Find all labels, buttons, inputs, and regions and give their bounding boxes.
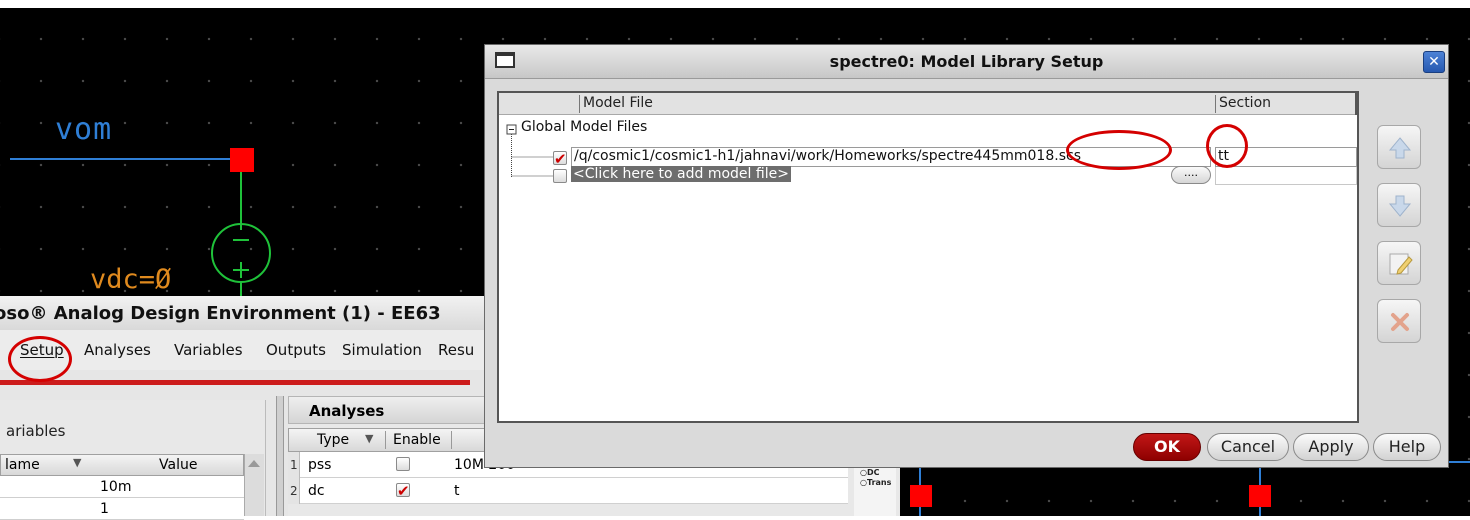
tree-root-label[interactable]: Global Model Files [521,119,647,135]
col-header-name[interactable]: lame [5,457,40,473]
scroll-up-icon[interactable] [248,460,260,467]
col-header-section[interactable]: Section [1219,95,1271,111]
menu-setup[interactable]: Setup [20,341,64,359]
section-field[interactable]: tt [1215,147,1357,167]
col-header-type[interactable]: Type [317,432,349,448]
model-enable-checkbox[interactable] [553,169,567,183]
menu-analyses[interactable]: Analyses [84,341,151,359]
chevron-down-icon[interactable]: ▼ [365,432,373,445]
pin-marker-right-2 [1249,485,1271,507]
col-header-value[interactable]: Value [159,457,197,473]
dialog-titlebar[interactable]: spectre0: Model Library Setup ✕ [485,45,1448,79]
radio-dc[interactable]: ○DC [860,468,880,477]
close-icon[interactable]: ✕ [1423,51,1445,73]
section-field-empty[interactable] [1215,167,1357,185]
table-row[interactable]: 1 [0,498,244,520]
tree-connectors [506,124,557,177]
col-header-enable[interactable]: Enable [393,432,441,448]
net-label-vom: vom [55,112,113,147]
move-down-button[interactable] [1377,183,1421,227]
menu-results[interactable]: Resu [438,341,474,359]
chevron-down-icon[interactable]: ▼ [73,456,81,469]
dialog-title: spectre0: Model Library Setup [829,52,1104,71]
enable-checkbox[interactable] [396,457,410,471]
delete-icon [1391,313,1409,331]
pin-marker-right-1 [910,485,932,507]
radio-trans[interactable]: ○Trans [860,478,891,487]
tree-node-expanded-icon[interactable] [505,123,517,135]
delete-button[interactable] [1377,299,1421,343]
model-file-path-field[interactable]: /q/cosmic1/cosmic1-h1/jahnavi/work/Homew… [571,147,1211,167]
model-file-tree: Model File Section Global Model Files ✔ … [497,91,1359,423]
menu-variables[interactable]: Variables [174,341,243,359]
variables-table-header: lame ▼ Value [0,454,244,476]
move-up-button[interactable] [1377,125,1421,169]
enable-checkbox-checked[interactable]: ✔ [396,483,410,499]
table-row[interactable]: 2 dc ✔ t [288,478,848,504]
ade-toolbar-divider [0,380,470,385]
menu-simulation[interactable]: Simulation [342,341,422,359]
variables-table-body: 10m 1 [0,476,244,520]
help-button[interactable]: Help [1373,433,1441,461]
move-up-icon [1388,137,1412,159]
browse-button[interactable]: .... [1171,166,1211,184]
source-param-label: vdc=Ø [90,264,172,295]
variables-title: ariables [6,422,66,440]
add-model-file-field[interactable]: <Click here to add model file> [571,166,1171,185]
table-row[interactable]: 10m [0,476,244,498]
model-enable-checkbox-checked[interactable]: ✔ [553,151,567,167]
edit-icon [1389,253,1413,275]
variables-panel: ariables lame ▼ Value 10m 1 [0,400,266,520]
pin-marker [230,148,254,172]
edit-button[interactable] [1377,241,1421,285]
add-model-file-placeholder: <Click here to add model file> [571,166,791,182]
panel-splitter[interactable] [276,396,284,516]
menu-outputs[interactable]: Outputs [266,341,326,359]
variables-scrollbar[interactable] [244,454,264,516]
cancel-button[interactable]: Cancel [1207,433,1289,461]
model-library-setup-dialog: spectre0: Model Library Setup ✕ Model Fi… [484,44,1449,468]
col-header-model-file[interactable]: Model File [583,95,653,111]
move-down-icon [1388,195,1412,217]
model-tree-header: Model File Section [499,93,1357,115]
apply-button[interactable]: Apply [1293,433,1369,461]
ok-button[interactable]: OK [1133,433,1201,461]
